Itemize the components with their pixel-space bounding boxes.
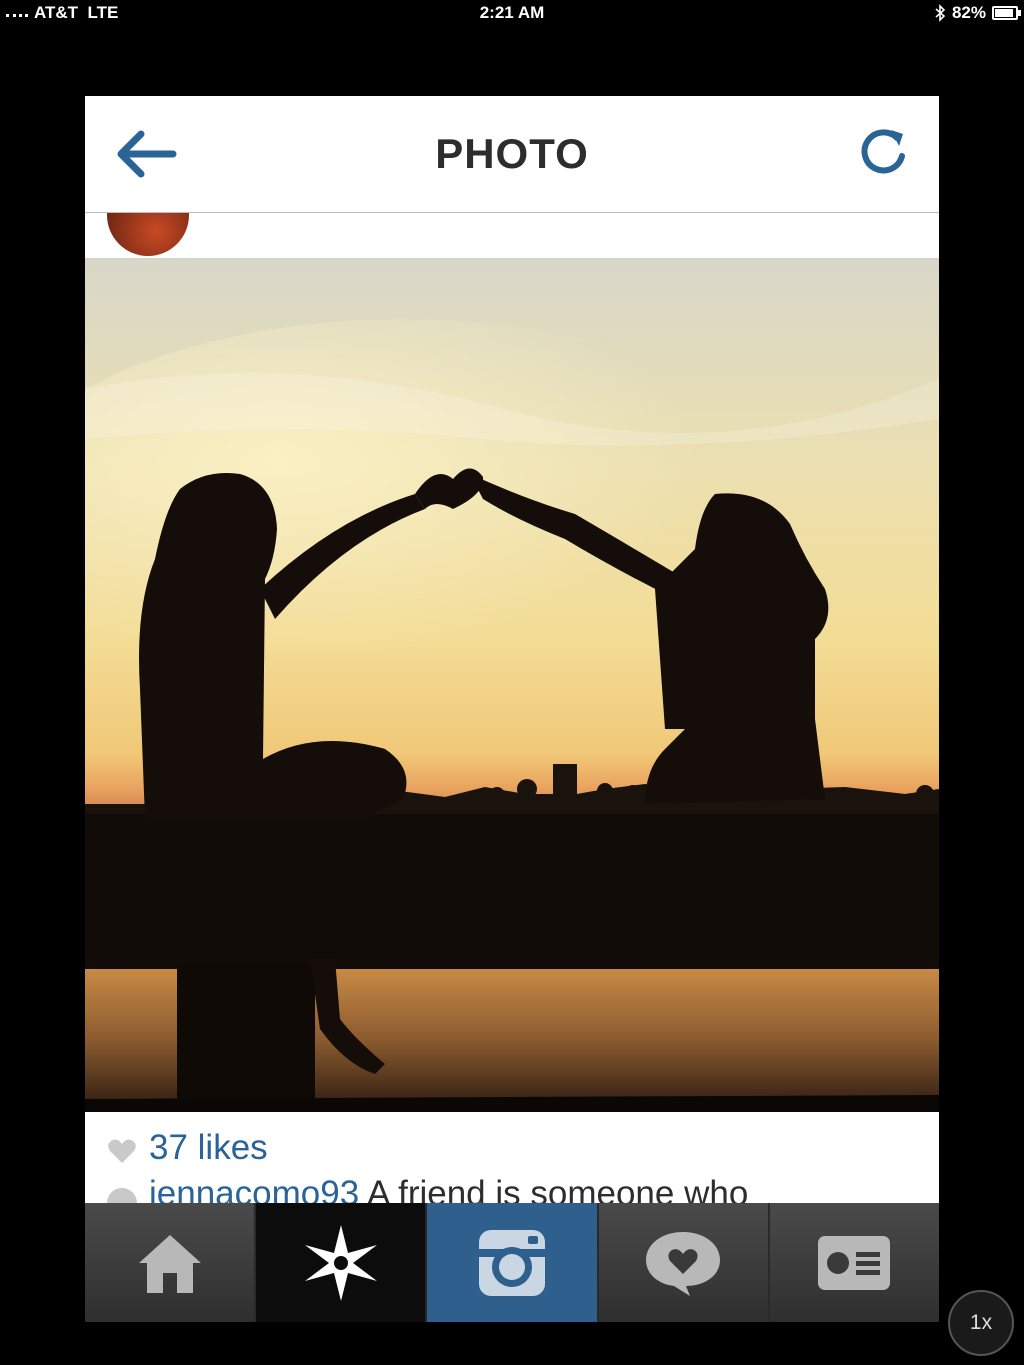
profile-card-icon (818, 1235, 891, 1290)
silhouette-sunset-image (85, 259, 939, 1112)
home-icon (138, 1234, 201, 1293)
tab-bar (85, 1203, 939, 1322)
photo-view: PHOTO 37 likes jennacomo93 A friend is s… (85, 96, 939, 1322)
page-title: PHOTO (435, 130, 589, 177)
camera-icon (479, 1229, 545, 1296)
tab-news[interactable] (598, 1203, 770, 1322)
tab-explore[interactable] (256, 1203, 428, 1322)
tab-profile[interactable] (769, 1203, 939, 1322)
clock: 2:21 AM (479, 3, 545, 22)
refresh-icon (861, 129, 905, 174)
post-meta: 37 likes jennacomo93 A friend is someone… (85, 1112, 939, 1218)
post-header (85, 212, 939, 259)
heart-icon (108, 1139, 136, 1163)
news-heart-icon (646, 1231, 721, 1296)
zoom-button[interactable]: 1x (948, 1290, 1014, 1356)
battery-percent: 82% (951, 3, 986, 22)
tab-home[interactable] (85, 1203, 257, 1322)
explore-star-icon (304, 1224, 377, 1301)
navigation-bar: PHOTO (85, 96, 939, 213)
status-right: 82% (934, 3, 1021, 23)
tab-camera[interactable] (427, 1203, 599, 1322)
battery-icon (992, 6, 1021, 20)
refresh-button[interactable] (855, 124, 911, 180)
bluetooth-icon (935, 4, 946, 22)
avatar[interactable] (107, 212, 189, 256)
status-bar: AT&T LTE 2:21 AM 82% (0, 0, 1024, 26)
post-photo[interactable] (85, 259, 939, 1112)
likes-count[interactable]: 37 likes (149, 1128, 268, 1168)
